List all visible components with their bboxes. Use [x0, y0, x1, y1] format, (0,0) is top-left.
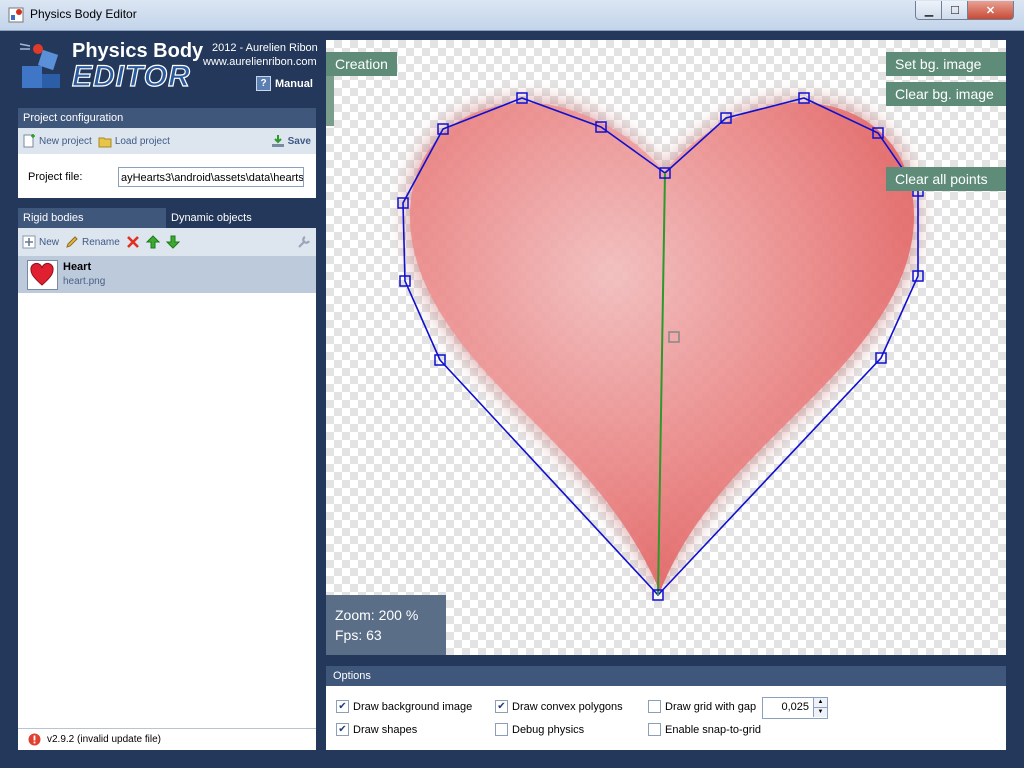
- status-bar: v2.9.2 (invalid update file): [18, 728, 316, 750]
- clear-bg-image-button[interactable]: Clear bg. image: [886, 82, 1006, 106]
- bodies-toolbar: New Rename: [18, 228, 316, 256]
- snap-to-grid-checkbox[interactable]: Enable snap-to-grid: [648, 723, 761, 736]
- heart-icon: [30, 262, 54, 286]
- checkbox-box: ✔: [336, 700, 349, 713]
- app-icon: [8, 7, 24, 23]
- project-file-label: Project file:: [28, 171, 83, 183]
- grid-gap-value[interactable]: 0,025: [767, 701, 809, 713]
- title-bar: [0, 0, 1024, 31]
- mode-indicator: [326, 76, 334, 126]
- spinner-up-icon[interactable]: ▲: [813, 698, 827, 708]
- editor-canvas[interactable]: Creation Set bg. image Clear bg. image C…: [326, 40, 1006, 655]
- options-body: ✔ Draw background image ✔ Draw shapes ✔ Dra…: [326, 686, 1006, 750]
- project-config-title: Project configuration: [18, 108, 316, 128]
- draw-convex-polygons-checkbox[interactable]: ✔ Draw convex polygons: [495, 700, 623, 713]
- rigid-bodies-panel: New Rename: [18, 228, 316, 728]
- wrench-icon[interactable]: [297, 235, 311, 249]
- set-bg-image-button[interactable]: Set bg. image: [886, 52, 1006, 76]
- project-file-field[interactable]: ayHearts3\android\assets\data\hearts.jso…: [118, 167, 304, 187]
- new-file-icon: [23, 134, 35, 148]
- mode-label: Creation: [326, 52, 397, 76]
- error-icon: [28, 733, 41, 746]
- minimize-button[interactable]: ▁: [915, 1, 943, 20]
- manual-link[interactable]: ? Manual: [256, 76, 313, 91]
- new-project-button[interactable]: New project: [22, 134, 92, 148]
- credit-website[interactable]: www.aurelienribon.com: [203, 56, 317, 68]
- maximize-button[interactable]: ☐: [941, 1, 969, 20]
- move-up-icon[interactable]: [145, 235, 160, 249]
- body-file: heart.png: [63, 276, 106, 287]
- heart-shape-view: [397, 92, 924, 601]
- tab-dynamic-objects[interactable]: Dynamic objects: [166, 208, 321, 228]
- options-panel: Options ✔ Draw background image ✔ Draw sha…: [326, 666, 1006, 750]
- version-text: v2.9.2 (invalid update file): [47, 734, 161, 745]
- rename-body-button[interactable]: Rename: [65, 235, 120, 249]
- draw-grid-checkbox[interactable]: Draw grid with gap: [648, 700, 756, 713]
- fps-text: Fps: 63: [335, 627, 382, 643]
- checkbox-box: [648, 700, 661, 713]
- list-item[interactable]: Heart heart.png: [18, 256, 316, 293]
- load-project-button[interactable]: Load project: [98, 134, 170, 148]
- options-title: Options: [326, 666, 1006, 686]
- tab-rigid-bodies[interactable]: Rigid bodies: [18, 208, 166, 228]
- draw-shapes-checkbox[interactable]: ✔ Draw shapes: [336, 723, 417, 736]
- delete-icon[interactable]: [126, 235, 140, 249]
- checkbox-box: ✔: [336, 723, 349, 736]
- close-button[interactable]: ✕: [967, 1, 1014, 20]
- move-down-icon[interactable]: [165, 235, 180, 249]
- zoom-info: Zoom: 200 % Fps: 63: [326, 595, 446, 655]
- body-tabs: Rigid bodies Dynamic objects: [18, 208, 316, 228]
- clear-all-points-button[interactable]: Clear all points: [886, 167, 1006, 191]
- checkbox-box: [648, 723, 661, 736]
- help-icon: ?: [256, 76, 271, 91]
- folder-icon: [98, 137, 112, 148]
- project-toolbar: New project Load project Save: [18, 128, 316, 154]
- window-title: Physics Body Editor: [30, 7, 137, 21]
- logo-editor: EDITOR: [71, 59, 191, 93]
- grid-gap-spinner[interactable]: 0,025 ▲ ▼: [762, 697, 828, 719]
- save-button[interactable]: Save: [271, 134, 311, 148]
- body-name: Heart: [63, 261, 92, 273]
- checkbox-box: [495, 723, 508, 736]
- spinner-down-icon[interactable]: ▼: [813, 708, 827, 717]
- logo-icon: [19, 43, 60, 88]
- add-icon: [22, 235, 36, 249]
- manual-label: Manual: [275, 77, 313, 90]
- credit-author: 2012 - Aurelien Ribon: [212, 42, 318, 54]
- checkbox-box: ✔: [495, 700, 508, 713]
- pencil-icon: [66, 236, 78, 248]
- new-body-button[interactable]: New: [22, 235, 59, 249]
- heart-thumbnail: [27, 260, 58, 290]
- debug-physics-checkbox[interactable]: Debug physics: [495, 723, 584, 736]
- zoom-text: Zoom: 200 %: [335, 607, 419, 623]
- save-icon: [271, 135, 284, 147]
- draw-bg-image-checkbox[interactable]: ✔ Draw background image: [336, 700, 472, 713]
